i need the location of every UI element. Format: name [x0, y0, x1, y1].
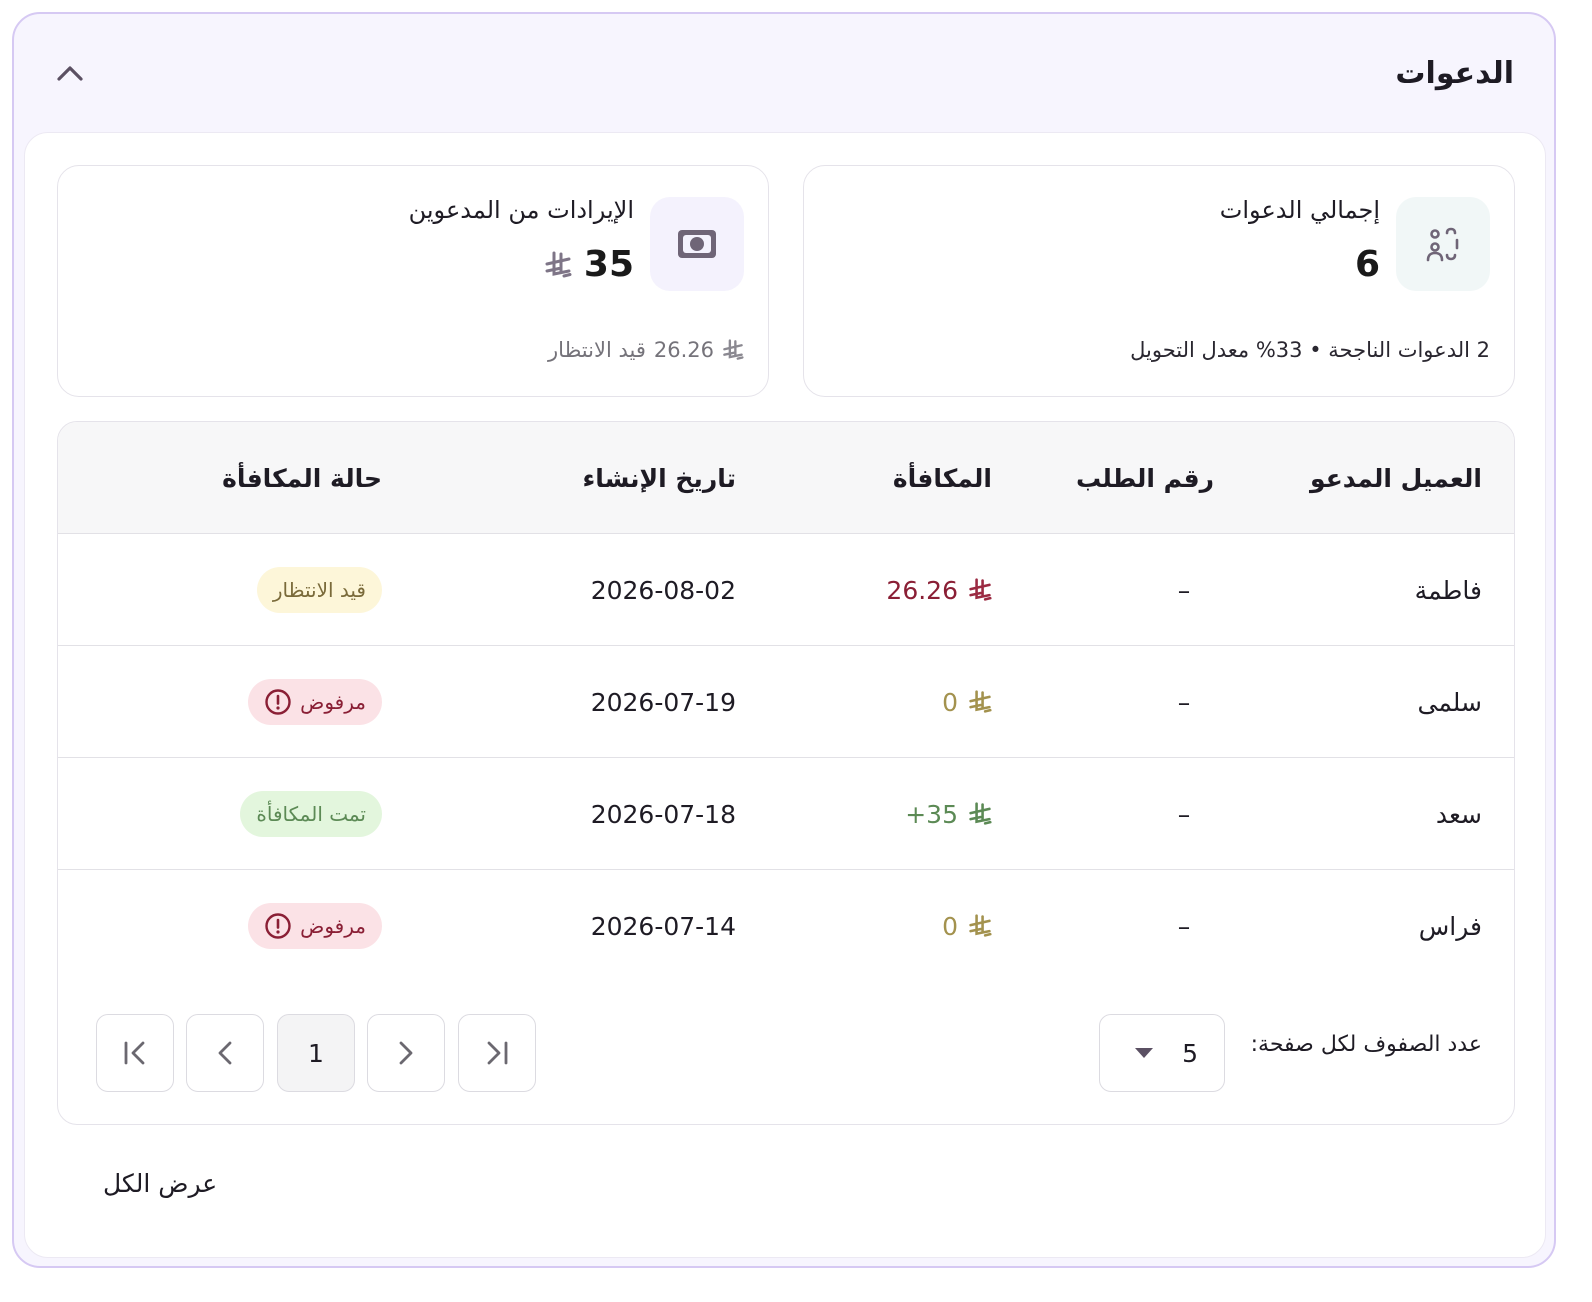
- first-page-icon: [124, 1041, 145, 1065]
- status-badge: تمت المكافأة: [240, 791, 382, 837]
- last-page-icon: [487, 1041, 508, 1065]
- panel-header: الدعوات: [14, 14, 1554, 132]
- caret-down-icon: [1135, 1048, 1153, 1058]
- status-badge-label: مرفوض: [300, 914, 366, 938]
- chevron-up-icon: [57, 66, 83, 81]
- order-number: –: [1177, 799, 1191, 829]
- pending-label: قيد الانتظار: [548, 338, 646, 362]
- invitations-panel: الدعوات إجمالي الدعوات 6 2 الدعوات الناج…: [12, 12, 1556, 1268]
- invites-table: العميل المدعو رقم الطلب المكافأة تاريخ ا…: [57, 421, 1515, 1125]
- reward-status: قيد الانتظار: [256, 534, 382, 646]
- invites-summary: 2 الدعوات الناجحة • 33% معدل التحويل: [1130, 338, 1490, 362]
- revenue-pending: 26.26 قيد الانتظار: [548, 338, 744, 362]
- reward-amount: 26.26: [886, 534, 992, 646]
- total-invites-number: 6: [1354, 244, 1380, 285]
- total-invites-card: إجمالي الدعوات 6 2 الدعوات الناجحة • 33%…: [803, 165, 1515, 397]
- invited-customer-name: فاطمة: [1414, 575, 1482, 605]
- status-badge-label: تمت المكافأة: [256, 802, 366, 826]
- riyal-icon: [969, 802, 992, 825]
- created-date: 2026-08-02: [590, 575, 736, 605]
- pending-amount: 26.26: [653, 338, 714, 362]
- reward-status: مرفوض: [248, 870, 382, 982]
- reward-value: 0: [942, 687, 958, 717]
- created-date: 2026-07-18: [590, 799, 736, 829]
- panel-title: الدعوات: [1395, 55, 1514, 91]
- reward-amount: 0: [942, 870, 992, 982]
- total-invites-value: 6: [1355, 244, 1380, 285]
- panel-content: إجمالي الدعوات 6 2 الدعوات الناجحة • 33%…: [24, 132, 1546, 1258]
- table-row: سعد – +35 2026-07-18 تمت المكافأة: [58, 758, 1514, 870]
- chevron-left-icon: [218, 1041, 232, 1065]
- first-page-button[interactable]: [96, 1014, 174, 1092]
- rows-per-page-value: 5: [1182, 1038, 1198, 1068]
- rows-per-page-select[interactable]: 5: [1099, 1014, 1225, 1092]
- revenue-label: الإيرادات من المدعوين: [408, 196, 634, 224]
- reward-value: 26.26: [886, 575, 958, 605]
- invited-customer-name: سلمى: [1417, 687, 1482, 717]
- header-order-number: رقم الطلب: [1075, 463, 1214, 493]
- riyal-icon: [969, 578, 992, 601]
- order-number: –: [1177, 575, 1191, 605]
- invited-customer-name: سعد: [1435, 799, 1482, 829]
- table-row: فاطمة – 26.26 2026-08-02 قيد الانتظار: [58, 534, 1514, 646]
- invite-users-icon: [1396, 197, 1490, 291]
- table-row: فراس – 0 2026-07-14 مرفوض: [58, 870, 1514, 982]
- revenue-card: الإيرادات من المدعوين 35 26.26 قيد الانت…: [57, 165, 769, 397]
- riyal-icon: [969, 690, 992, 713]
- status-badge: قيد الانتظار: [256, 567, 382, 613]
- reward-amount: 0: [942, 646, 992, 758]
- collapse-button[interactable]: [50, 53, 90, 93]
- reward-amount: +35: [905, 758, 992, 870]
- last-page-button[interactable]: [458, 1014, 536, 1092]
- previous-page-button[interactable]: [186, 1014, 264, 1092]
- riyal-icon: [723, 339, 744, 360]
- table-header: العميل المدعو رقم الطلب المكافأة تاريخ ا…: [58, 422, 1514, 534]
- revenue-number: 35: [583, 244, 634, 285]
- status-badge: مرفوض: [248, 679, 382, 725]
- info-icon[interactable]: [264, 688, 292, 716]
- reward-value: +35: [905, 799, 958, 829]
- riyal-icon: [969, 914, 992, 937]
- revenue-value: 35: [544, 244, 634, 285]
- order-number: –: [1177, 687, 1191, 717]
- pagination: عدد الصفوف لكل صفحة: 5 1: [58, 1014, 1514, 1094]
- riyal-icon: [545, 251, 572, 277]
- header-reward-status: حالة المكافأة: [222, 463, 382, 493]
- banknote-icon: [650, 197, 744, 291]
- chevron-right-icon: [399, 1041, 413, 1065]
- table-row: سلمى – 0 2026-07-19 مرفوض: [58, 646, 1514, 758]
- reward-status: تمت المكافأة: [240, 758, 382, 870]
- status-badge-label: قيد الانتظار: [272, 578, 366, 602]
- status-badge-label: مرفوض: [300, 690, 366, 714]
- reward-value: 0: [942, 911, 958, 941]
- status-badge: مرفوض: [248, 903, 382, 949]
- header-created-date: تاريخ الإنشاء: [582, 463, 736, 493]
- invited-customer-name: فراس: [1418, 911, 1482, 941]
- total-invites-label: إجمالي الدعوات: [1219, 196, 1380, 224]
- info-icon[interactable]: [264, 912, 292, 940]
- order-number: –: [1177, 911, 1191, 941]
- rows-per-page-label: عدد الصفوف لكل صفحة:: [1250, 1032, 1482, 1057]
- view-all-link[interactable]: عرض الكل: [103, 1169, 217, 1198]
- header-reward: المكافأة: [892, 463, 992, 493]
- created-date: 2026-07-14: [590, 911, 736, 941]
- page-button-current[interactable]: 1: [277, 1014, 355, 1092]
- header-invited-customer: العميل المدعو: [1310, 463, 1482, 493]
- created-date: 2026-07-19: [590, 687, 736, 717]
- next-page-button[interactable]: [367, 1014, 445, 1092]
- reward-status: مرفوض: [248, 646, 382, 758]
